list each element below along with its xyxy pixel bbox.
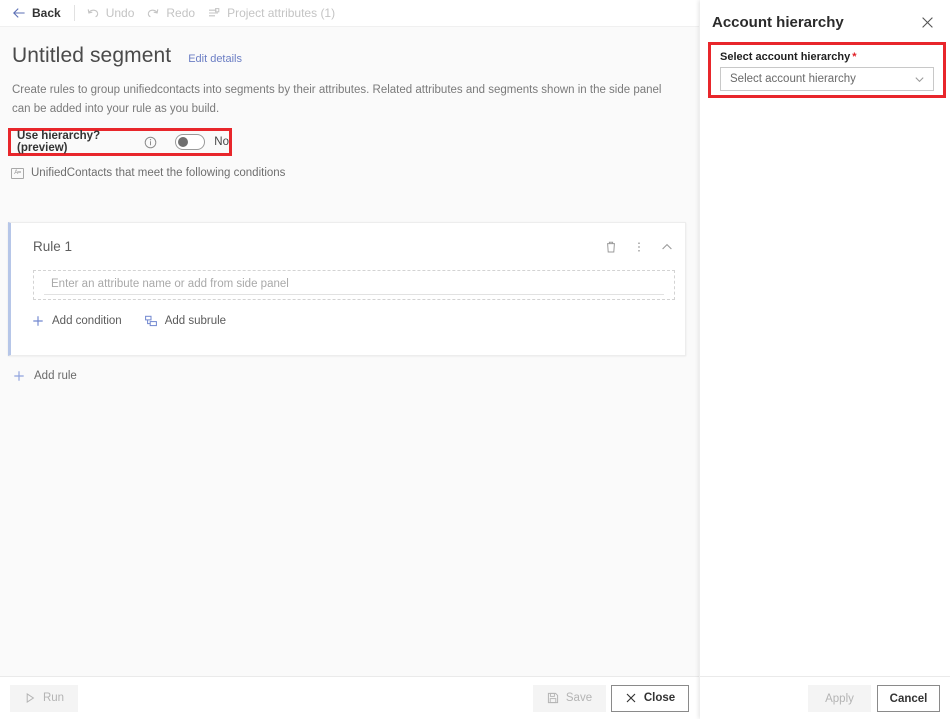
rule-card: Rule 1 Enter an attribute name or add fr…: [8, 222, 686, 356]
close-button[interactable]: Close: [611, 684, 689, 712]
close-icon[interactable]: [918, 13, 936, 31]
redo-label: Redo: [166, 6, 196, 20]
field-label-text: Select account hierarchy: [720, 51, 851, 63]
back-label: Back: [32, 6, 61, 20]
info-icon[interactable]: [144, 136, 157, 149]
apply-button[interactable]: Apply: [808, 685, 871, 712]
add-condition-label: Add condition: [52, 315, 122, 327]
use-hierarchy-row: Use hierarchy? (preview) No: [8, 128, 232, 156]
select-account-hierarchy-field: Select account hierarchy * Select account…: [708, 42, 946, 98]
account-hierarchy-panel: Account hierarchy Select account hierarc…: [700, 0, 950, 719]
entity-attribute-icon: A=: [11, 167, 24, 179]
project-attributes-icon: [207, 6, 221, 20]
page-header: Untitled segment Edit details: [12, 44, 242, 68]
back-button[interactable]: Back: [9, 0, 70, 27]
more-options-icon[interactable]: [630, 238, 647, 255]
panel-footer-bar: Apply Cancel: [700, 676, 950, 719]
add-rule-label: Add rule: [34, 370, 77, 382]
account-hierarchy-dropdown[interactable]: Select account hierarchy: [720, 67, 934, 91]
close-x-icon: [625, 692, 637, 705]
cancel-button[interactable]: Cancel: [877, 685, 940, 712]
rule-actions: [602, 238, 675, 255]
entity-conditions-line: A= UnifiedContacts that meet the followi…: [11, 167, 285, 179]
command-bar-divider: [73, 5, 75, 21]
save-icon: [547, 692, 559, 705]
add-subrule-button[interactable]: Add subrule: [144, 314, 226, 328]
apply-label: Apply: [825, 692, 854, 705]
redo-icon: [146, 6, 160, 20]
arrow-left-icon: [12, 6, 26, 20]
plus-icon: [31, 314, 45, 328]
attribute-drop-slot: [33, 270, 675, 300]
panel-title: Account hierarchy: [712, 13, 844, 31]
panel-header: Account hierarchy: [700, 0, 950, 44]
command-bar: Back Undo Redo Project attributes (1): [0, 0, 699, 27]
close-label: Close: [643, 692, 676, 704]
toggle-knob: [178, 137, 189, 147]
project-attributes-button[interactable]: Project attributes (1): [204, 0, 344, 27]
main-content-region: Back Undo Redo Project attributes (1) Un…: [0, 0, 699, 719]
add-subrule-label: Add subrule: [164, 315, 227, 327]
delete-rule-icon[interactable]: [602, 238, 619, 255]
select-account-hierarchy-label: Select account hierarchy *: [720, 51, 934, 63]
edit-details-link[interactable]: Edit details: [188, 53, 242, 65]
undo-icon: [86, 6, 100, 20]
play-icon: [24, 692, 36, 705]
use-hierarchy-toggle[interactable]: [175, 134, 206, 150]
save-button[interactable]: Save: [533, 684, 606, 712]
add-condition-button[interactable]: Add condition: [31, 314, 122, 328]
rule-link-group: Add condition Add subrule: [31, 314, 685, 328]
chevron-down-icon: [913, 73, 926, 86]
segment-builder-screen: Back Undo Redo Project attributes (1) Un…: [0, 0, 950, 719]
page-title: Untitled segment: [12, 44, 172, 67]
use-hierarchy-state: No: [214, 136, 229, 148]
rule-header: Rule 1: [11, 223, 685, 270]
redo-button[interactable]: Redo: [143, 0, 204, 27]
undo-label: Undo: [105, 6, 135, 20]
plus-icon: [12, 369, 26, 383]
subrule-icon: [144, 314, 158, 328]
main-footer-bar: Run Save Close: [0, 676, 699, 719]
add-rule-button[interactable]: Add rule: [12, 369, 77, 383]
run-button[interactable]: Run: [10, 684, 78, 712]
dropdown-placeholder: Select account hierarchy: [730, 73, 856, 85]
use-hierarchy-label: Use hierarchy? (preview): [17, 130, 101, 154]
entity-conditions-text: UnifiedContacts that meet the following …: [31, 167, 286, 179]
required-marker: *: [852, 51, 857, 63]
page-description: Create rules to group unifiedcontacts in…: [12, 84, 662, 115]
cancel-label: Cancel: [889, 692, 928, 705]
save-label: Save: [565, 692, 593, 704]
undo-button[interactable]: Undo: [83, 0, 144, 27]
collapse-rule-icon[interactable]: [658, 238, 675, 255]
rule-title: Rule 1: [33, 239, 73, 254]
project-attributes-label: Project attributes (1): [227, 6, 336, 20]
run-label: Run: [42, 692, 65, 704]
attribute-input[interactable]: [44, 275, 664, 295]
